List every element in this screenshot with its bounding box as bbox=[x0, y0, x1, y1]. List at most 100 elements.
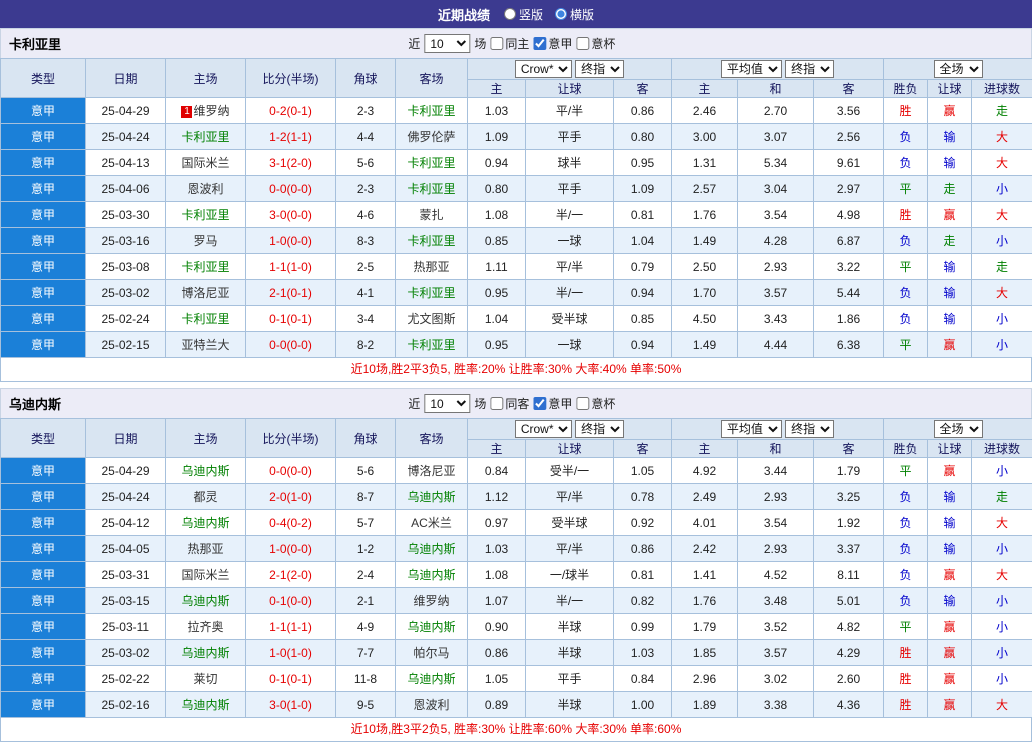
horizontal-layout-radio[interactable] bbox=[555, 8, 567, 20]
avg-odds-select[interactable]: 平均值 bbox=[721, 420, 782, 438]
home-team-cell[interactable]: 恩波利 bbox=[166, 176, 246, 202]
near-label: 近 bbox=[408, 395, 420, 412]
away-team-cell[interactable]: 乌迪内斯 bbox=[396, 536, 468, 562]
result-cell: 胜 bbox=[884, 202, 928, 228]
vertical-layout-radio[interactable] bbox=[504, 8, 516, 20]
match-count-select[interactable]: 10 bbox=[424, 34, 470, 53]
avg-home-cell: 1.70 bbox=[672, 280, 738, 306]
serie-a-checkbox[interactable] bbox=[533, 37, 546, 50]
away-team-cell[interactable]: 乌迪内斯 bbox=[396, 484, 468, 510]
filter-checkbox-coppa[interactable]: 意杯 bbox=[576, 35, 615, 52]
league-cell: 意甲 bbox=[1, 614, 86, 640]
same-venue-checkbox[interactable] bbox=[490, 37, 503, 50]
home-team-cell[interactable]: 都灵 bbox=[166, 484, 246, 510]
league-cell: 意甲 bbox=[1, 254, 86, 280]
away-team-cell[interactable]: 乌迪内斯 bbox=[396, 666, 468, 692]
away-team-cell[interactable]: 恩波利 bbox=[396, 692, 468, 718]
home-team-cell[interactable]: 热那亚 bbox=[166, 536, 246, 562]
date-cell: 25-04-06 bbox=[86, 176, 166, 202]
result-cell: 平 bbox=[884, 458, 928, 484]
home-team-cell[interactable]: 1维罗纳 bbox=[166, 98, 246, 124]
home-team-cell[interactable]: 博洛尼亚 bbox=[166, 280, 246, 306]
date-cell: 25-03-16 bbox=[86, 228, 166, 254]
handicap-result-cell: 赢 bbox=[928, 692, 972, 718]
away-team-cell[interactable]: 尤文图斯 bbox=[396, 306, 468, 332]
away-team-cell[interactable]: 维罗纳 bbox=[396, 588, 468, 614]
score-cell: 2-0(1-0) bbox=[246, 484, 336, 510]
filter-checkbox-serie-a[interactable]: 意甲 bbox=[533, 395, 572, 412]
odds-away-cell: 0.99 bbox=[614, 614, 672, 640]
away-team-cell[interactable]: 蒙扎 bbox=[396, 202, 468, 228]
home-team-cell[interactable]: 卡利亚里 bbox=[166, 124, 246, 150]
away-team-cell[interactable]: 乌迪内斯 bbox=[396, 562, 468, 588]
away-team-cell[interactable]: 热那亚 bbox=[396, 254, 468, 280]
result-cell: 负 bbox=[884, 536, 928, 562]
home-team-cell[interactable]: 国际米兰 bbox=[166, 150, 246, 176]
home-team-cell[interactable]: 乌迪内斯 bbox=[166, 640, 246, 666]
scope-select[interactable]: 全场 bbox=[934, 420, 983, 438]
layout-option-vertical[interactable]: 竖版 bbox=[504, 6, 543, 23]
home-team-cell[interactable]: 乌迪内斯 bbox=[166, 588, 246, 614]
avg-odds-time-select[interactable]: 终指 bbox=[785, 60, 834, 78]
home-team-cell[interactable]: 卡利亚里 bbox=[166, 202, 246, 228]
result-cell: 负 bbox=[884, 306, 928, 332]
home-team-cell[interactable]: 国际米兰 bbox=[166, 562, 246, 588]
col-header-result: 胜负 bbox=[884, 80, 928, 98]
avg-draw-cell: 2.93 bbox=[738, 536, 814, 562]
home-team-cell[interactable]: 乌迪内斯 bbox=[166, 692, 246, 718]
filter-checkbox-same-venue[interactable]: 同主 bbox=[490, 35, 529, 52]
home-team-cell[interactable]: 罗马 bbox=[166, 228, 246, 254]
avg-home-cell: 1.41 bbox=[672, 562, 738, 588]
avg-home-cell: 4.92 bbox=[672, 458, 738, 484]
away-team-cell[interactable]: 卡利亚里 bbox=[396, 98, 468, 124]
coppa-checkbox[interactable] bbox=[576, 397, 589, 410]
col-header-odds-away: 客 bbox=[614, 80, 672, 98]
away-team-cell[interactable]: 卡利亚里 bbox=[396, 332, 468, 358]
home-team-cell[interactable]: 卡利亚里 bbox=[166, 306, 246, 332]
league-cell: 意甲 bbox=[1, 666, 86, 692]
away-team-cell[interactable]: 卡利亚里 bbox=[396, 176, 468, 202]
home-team-cell[interactable]: 拉齐奥 bbox=[166, 614, 246, 640]
layout-option-horizontal[interactable]: 横版 bbox=[555, 6, 594, 23]
odds-source-time-select[interactable]: 终指 bbox=[575, 60, 624, 78]
odds-source-time-select[interactable]: 终指 bbox=[575, 420, 624, 438]
away-team-cell[interactable]: 博洛尼亚 bbox=[396, 458, 468, 484]
result-cell: 负 bbox=[884, 150, 928, 176]
col-header-goals: 进球数 bbox=[972, 440, 1032, 458]
match-count-select[interactable]: 10 bbox=[424, 394, 470, 413]
away-team-cell[interactable]: 卡利亚里 bbox=[396, 280, 468, 306]
same-venue-label: 同客 bbox=[505, 395, 529, 412]
home-team-cell[interactable]: 莱切 bbox=[166, 666, 246, 692]
odds-source-select[interactable]: Crow* bbox=[515, 60, 572, 78]
away-team-cell[interactable]: 帕尔马 bbox=[396, 640, 468, 666]
home-team-cell[interactable]: 卡利亚里 bbox=[166, 254, 246, 280]
serie-a-checkbox[interactable] bbox=[533, 397, 546, 410]
away-team-cell[interactable]: 乌迪内斯 bbox=[396, 614, 468, 640]
scope-select[interactable]: 全场 bbox=[934, 60, 983, 78]
odds-away-cell: 1.00 bbox=[614, 692, 672, 718]
coppa-label: 意杯 bbox=[591, 395, 615, 412]
away-team-cell[interactable]: 卡利亚里 bbox=[396, 150, 468, 176]
rank-badge: 1 bbox=[181, 106, 192, 118]
away-team-cell[interactable]: 卡利亚里 bbox=[396, 228, 468, 254]
filter-checkbox-same-venue[interactable]: 同客 bbox=[490, 395, 529, 412]
away-team-cell[interactable]: AC米兰 bbox=[396, 510, 468, 536]
home-team-name: 国际米兰 bbox=[181, 568, 229, 582]
home-team-cell[interactable]: 亚特兰大 bbox=[166, 332, 246, 358]
result-cell: 负 bbox=[884, 280, 928, 306]
away-team-cell[interactable]: 佛罗伦萨 bbox=[396, 124, 468, 150]
filter-checkbox-coppa[interactable]: 意杯 bbox=[576, 395, 615, 412]
avg-odds-time-select[interactable]: 终指 bbox=[785, 420, 834, 438]
avg-away-cell: 9.61 bbox=[814, 150, 884, 176]
coppa-checkbox[interactable] bbox=[576, 37, 589, 50]
avg-odds-select[interactable]: 平均值 bbox=[721, 60, 782, 78]
result-cell: 负 bbox=[884, 124, 928, 150]
date-cell: 25-02-16 bbox=[86, 692, 166, 718]
same-venue-checkbox[interactable] bbox=[490, 397, 503, 410]
result-cell: 胜 bbox=[884, 640, 928, 666]
home-team-cell[interactable]: 乌迪内斯 bbox=[166, 458, 246, 484]
odds-source-select[interactable]: Crow* bbox=[515, 420, 572, 438]
home-team-cell[interactable]: 乌迪内斯 bbox=[166, 510, 246, 536]
filter-checkbox-serie-a[interactable]: 意甲 bbox=[533, 35, 572, 52]
handicap-cell: 平手 bbox=[526, 124, 614, 150]
